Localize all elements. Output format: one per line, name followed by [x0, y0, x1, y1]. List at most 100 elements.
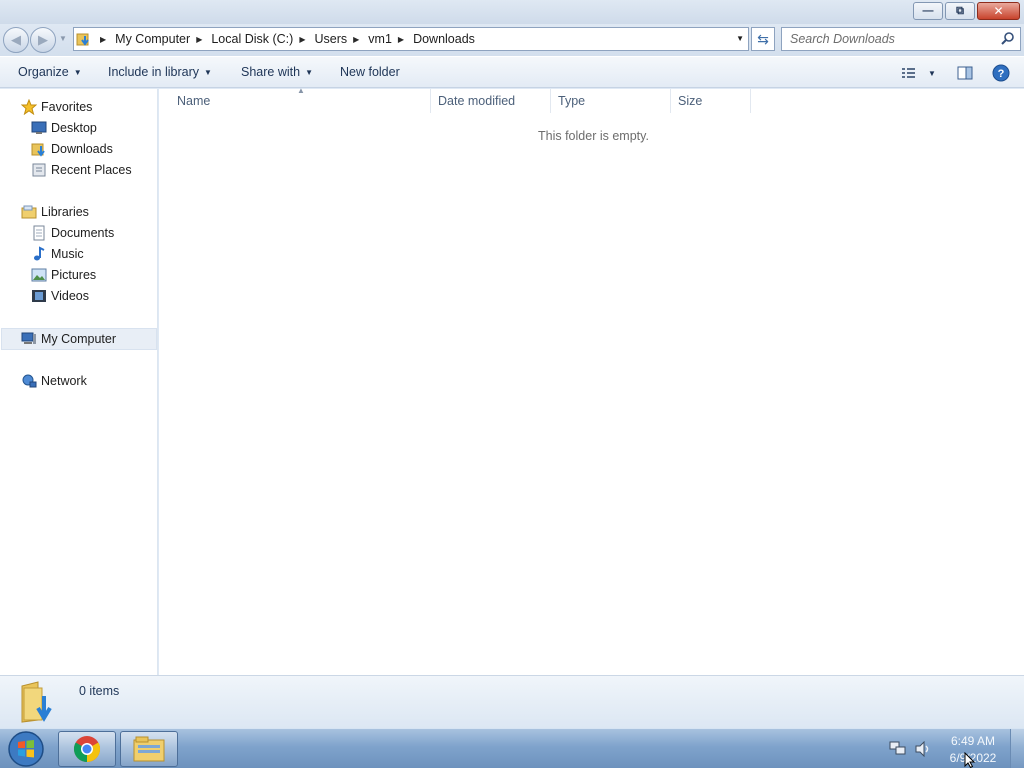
restore-button[interactable]: ⧉ [945, 2, 975, 20]
sidebar-libraries[interactable]: Libraries [20, 202, 89, 222]
sidebar-item-label: Network [41, 374, 87, 388]
music-icon [30, 246, 48, 262]
sidebar-item-my-computer[interactable]: My Computer [20, 329, 116, 349]
breadcrumb-vm1[interactable]: vm1 [368, 32, 392, 46]
restore-icon: ⧉ [956, 4, 964, 17]
sidebar-item-label: Downloads [51, 142, 113, 156]
address-dropdown-icon[interactable]: ▼ [736, 34, 744, 43]
sidebar-item-desktop[interactable]: Desktop [30, 118, 97, 138]
share-with-label: Share with [241, 65, 301, 79]
start-button[interactable] [4, 730, 48, 768]
recent-places-icon [30, 162, 48, 178]
item-count: 0 items [79, 684, 120, 698]
network-icon [20, 373, 38, 389]
include-in-library-label: Include in library [108, 65, 200, 79]
sidebar-item-label: Desktop [51, 121, 97, 135]
breadcrumb-downloads[interactable]: Downloads [413, 32, 475, 46]
organize-label: Organize [18, 65, 69, 79]
windows-logo-icon [8, 731, 44, 767]
sidebar-item-network[interactable]: Network [20, 371, 87, 391]
forward-button[interactable]: ▶ [30, 27, 56, 53]
search-box[interactable] [781, 27, 1021, 51]
pictures-icon [30, 267, 48, 283]
column-header-date-modified[interactable]: Date modified [431, 89, 551, 113]
refresh-icon: ⇆ [757, 30, 769, 47]
sidebar-favorites-label: Favorites [41, 100, 93, 114]
volume-icon[interactable] [914, 740, 932, 760]
breadcrumb-separator-icon[interactable]: ▶ [196, 35, 202, 44]
breadcrumb-separator-icon[interactable]: ▶ [353, 35, 359, 44]
title-bar: — ⧉ ✕ [0, 0, 1024, 24]
downloads-folder-icon [30, 141, 48, 157]
chevron-down-icon: ▼ [204, 67, 212, 77]
minimize-button[interactable]: — [913, 2, 943, 20]
close-icon: ✕ [993, 4, 1004, 18]
sidebar-item-recent-places[interactable]: Recent Places [30, 160, 132, 180]
include-in-library-button[interactable]: Include in library ▼ [108, 65, 212, 79]
breadcrumb-separator-icon[interactable]: ▶ [299, 35, 305, 44]
breadcrumb-separator-icon[interactable]: ▶ [100, 35, 106, 44]
refresh-button[interactable]: ⇆ [751, 27, 775, 51]
desktop-icon [30, 120, 48, 136]
organize-button[interactable]: Organize ▼ [18, 65, 82, 79]
column-header-size[interactable]: Size [671, 89, 751, 113]
new-folder-label: New folder [340, 65, 400, 79]
sidebar-libraries-label: Libraries [41, 205, 89, 219]
sidebar-item-label: Recent Places [51, 163, 132, 177]
sidebar-favorites[interactable]: Favorites [20, 97, 92, 117]
column-header-name[interactable]: Name ▲ [159, 86, 431, 113]
address-bar[interactable]: ▶ My Computer ▶ Local Disk (C:) ▶ Users … [73, 27, 749, 51]
show-desktop-button[interactable] [1010, 729, 1024, 768]
navigation-pane: Favorites Desktop Downloads Recent Place… [0, 89, 158, 675]
help-icon: ? [992, 64, 1010, 82]
new-folder-button[interactable]: New folder [340, 65, 400, 79]
taskbar-explorer-button[interactable] [120, 731, 178, 767]
empty-folder-message: This folder is empty. [538, 129, 649, 143]
search-input[interactable] [782, 28, 982, 50]
back-arrow-icon: ◀ [11, 32, 21, 47]
column-header-label: Name [177, 94, 211, 108]
column-header-type[interactable]: Type [551, 89, 671, 113]
column-header-label: Type [558, 94, 586, 108]
command-bar: Organize ▼ Include in library ▼ Share with… [0, 56, 1024, 88]
close-button[interactable]: ✕ [977, 2, 1020, 20]
chevron-down-icon: ▼ [305, 67, 313, 77]
share-with-button[interactable]: Share with ▼ [241, 65, 313, 79]
sidebar-item-videos[interactable]: Videos [30, 286, 89, 306]
videos-icon [30, 288, 48, 304]
column-header-label: Size [678, 94, 703, 108]
search-icon[interactable] [1000, 31, 1016, 50]
sidebar-item-music[interactable]: Music [30, 244, 84, 264]
change-view-button[interactable]: ▼ [898, 63, 938, 83]
breadcrumb-local-disk[interactable]: Local Disk (C:) [211, 32, 293, 46]
svg-text:?: ? [998, 68, 1005, 80]
back-button[interactable]: ◀ [3, 27, 29, 53]
preview-pane-button[interactable] [955, 63, 975, 83]
sidebar-item-downloads[interactable]: Downloads [30, 139, 113, 159]
file-list[interactable]: Name ▲ Date modified Type Size This fold… [159, 86, 1024, 675]
breadcrumb-separator-icon[interactable]: ▶ [398, 35, 404, 44]
sidebar-item-label: Music [51, 247, 84, 261]
libraries-icon [20, 204, 38, 220]
breadcrumb-my-computer[interactable]: My Computer [115, 32, 190, 46]
breadcrumb-users[interactable]: Users [314, 32, 347, 46]
details-pane: 0 items [0, 675, 1024, 728]
chrome-icon [73, 736, 101, 763]
sidebar-item-documents[interactable]: Documents [30, 223, 114, 243]
taskbar-chrome-button[interactable] [58, 731, 116, 767]
downloads-folder-large-icon [18, 680, 58, 727]
sidebar-item-pictures[interactable]: Pictures [30, 265, 96, 285]
sidebar-item-label: Documents [51, 226, 115, 240]
help-button[interactable]: ? [991, 63, 1011, 83]
sidebar-item-label: Videos [51, 289, 89, 303]
preview-pane-icon [957, 66, 973, 80]
forward-arrow-icon: ▶ [38, 32, 48, 47]
computer-icon [20, 331, 38, 347]
network-status-icon[interactable] [889, 741, 907, 760]
column-header-label: Date modified [438, 94, 516, 108]
taskbar: 6:49 AM 6/9/2022 [0, 728, 1024, 768]
documents-icon [30, 225, 48, 241]
recent-pages-dropdown[interactable]: ▼ [59, 34, 67, 43]
navigation-bar: ◀ ▶ ▼ ▶ My Computer ▶ Local Disk (C:) ▶ … [0, 24, 1024, 56]
mouse-cursor-icon [964, 751, 976, 768]
